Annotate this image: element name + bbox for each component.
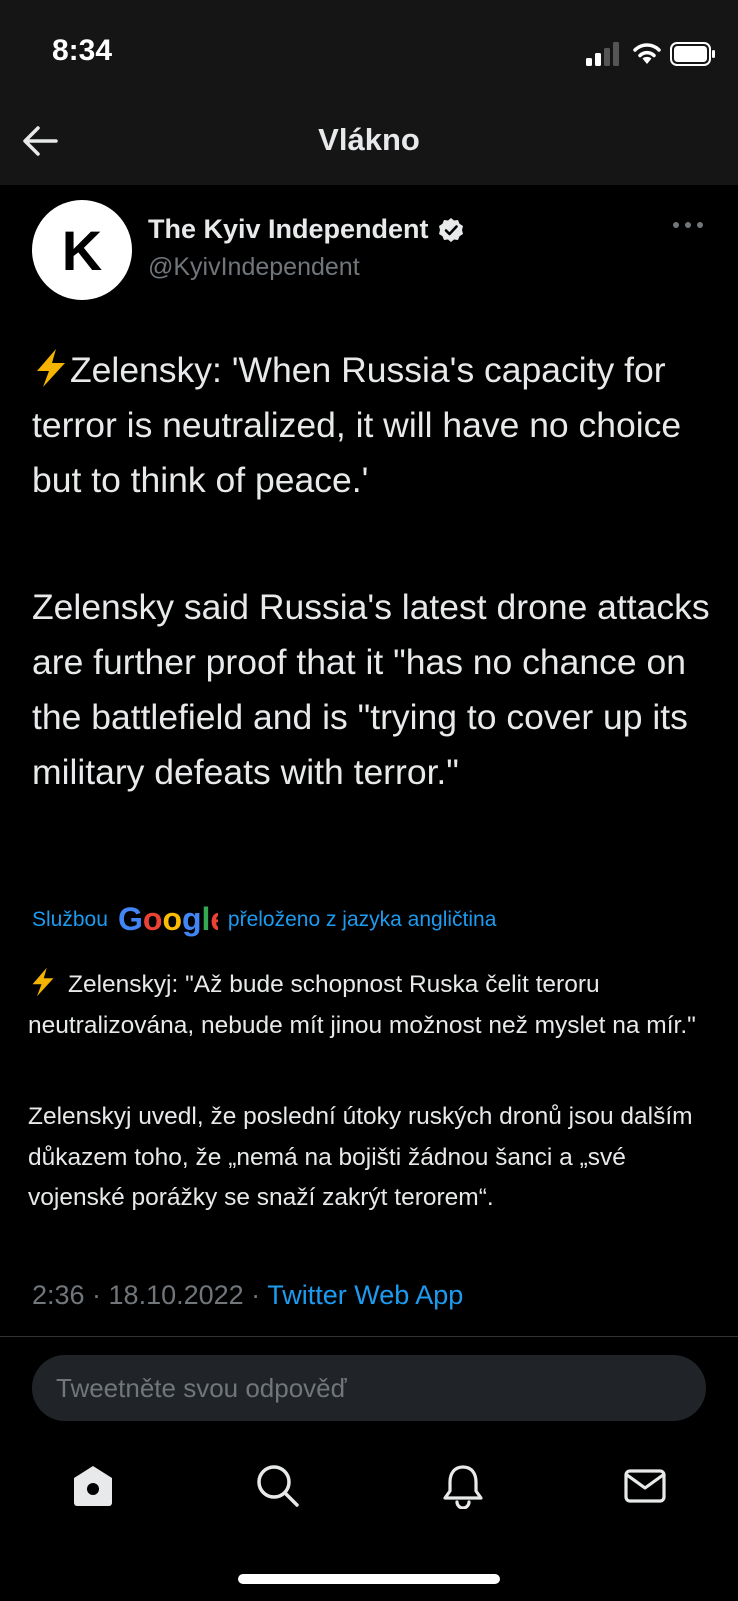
search-icon[interactable] [255,1463,301,1509]
translation-attribution: Službou Google přeloženo z jazyka anglič… [32,902,496,938]
signal-icon [586,42,619,66]
mail-icon[interactable] [622,1463,668,1509]
translation-suffix: přeloženo z jazyka angličtina [227,908,497,931]
svg-text:Google: Google [118,902,218,937]
avatar[interactable]: K [32,200,132,300]
status-time: 8:34 [52,34,113,67]
lightning-icon [32,967,54,997]
page-title: Vlákno [318,122,420,157]
tweet-paragraph-1-text: Zelensky: 'When Russia's capacity for te… [32,350,682,500]
translation-paragraph-1: Zelenskyj: "Až bude schopnost Ruska čeli… [28,965,718,1046]
tweet-text-paragraph-1: Zelensky: 'When Russia's capacity for te… [32,343,712,508]
author-handle[interactable]: @KyivIndependent [148,253,360,282]
google-logo: Google [118,902,218,937]
tweet-meta: 2:36 · 18.10.2022 · Twitter Web App [32,1280,463,1311]
lightning-icon [37,349,65,387]
translation-prefix: Službou [32,908,108,931]
reply-input[interactable] [32,1355,706,1421]
translation-paragraph-1-text: Zelenskyj: "Až bude schopnost Ruska čeli… [28,971,696,1039]
author-name-text: The Kyiv Independent [148,214,429,244]
home-icon[interactable] [70,1463,116,1509]
translation-paragraph-2: Zelenskyj uvedl, že poslední útoky ruský… [28,1103,693,1211]
tweet-timestamp: 2:36 · 18.10.2022 · [32,1280,268,1310]
author-name[interactable]: The Kyiv Independent [148,214,464,245]
wifi-icon [633,43,661,64]
tweet-text-paragraph-2: Zelensky said Russia's latest drone atta… [32,587,710,792]
avatar-letter: K [61,218,103,282]
battery-icon [670,42,715,66]
tweet-source-link[interactable]: Twitter Web App [267,1280,463,1310]
home-indicator [238,1574,500,1584]
verified-badge-icon [438,217,463,242]
more-icon[interactable] [672,219,704,231]
bell-icon[interactable] [440,1463,486,1509]
